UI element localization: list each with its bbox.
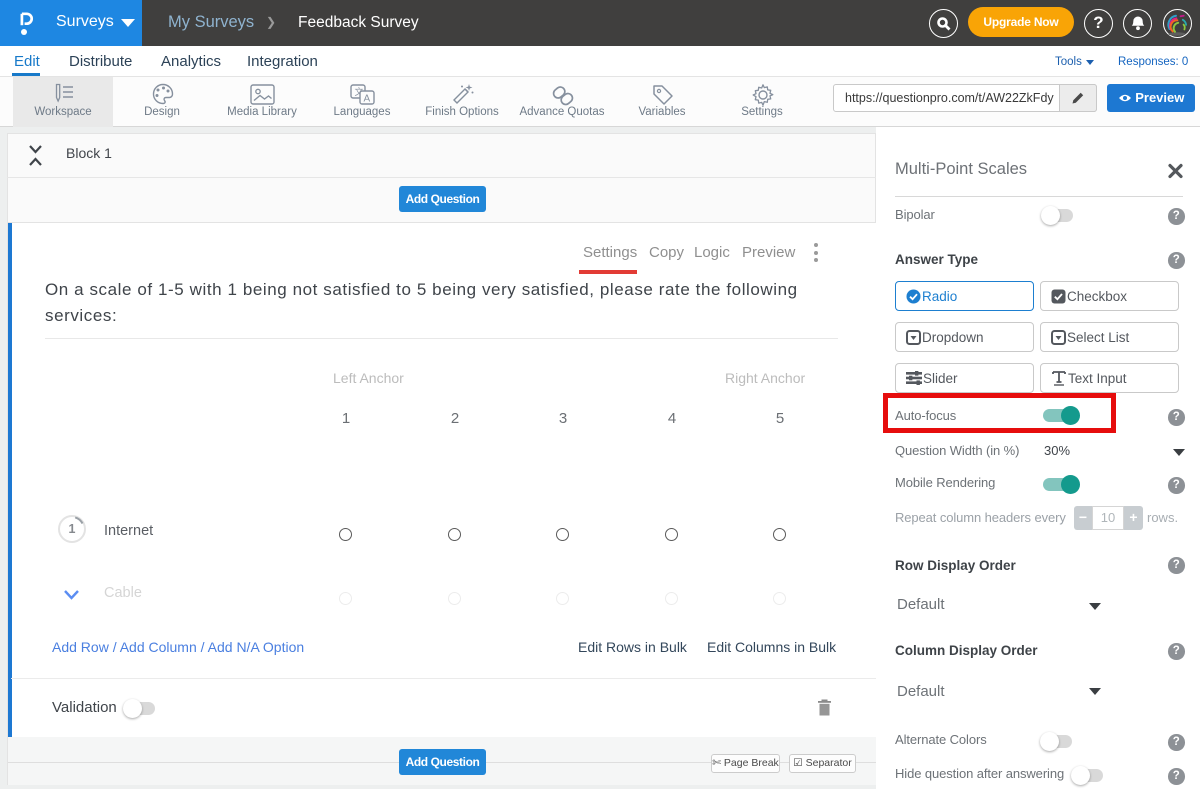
- svg-text:A: A: [364, 94, 371, 105]
